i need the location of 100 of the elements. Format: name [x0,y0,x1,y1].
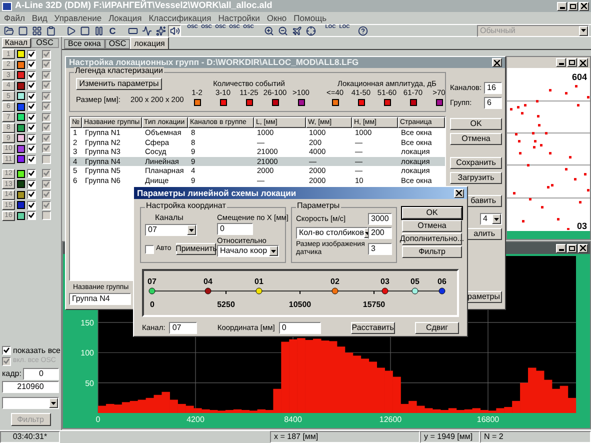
checkbox[interactable] [42,134,51,143]
dialog-button[interactable]: Отмена [402,220,462,232]
maximize-button[interactable] [567,244,577,252]
checkbox[interactable] [42,60,51,70]
open-folder-icon[interactable] [2,24,15,36]
coordinate-field[interactable]: 0 [278,322,321,334]
channel-color-swatch[interactable] [17,134,25,142]
checkbox[interactable] [27,154,36,164]
shift-button[interactable]: Сдвиг [415,322,459,334]
filter-combo[interactable] [2,397,59,409]
checkbox[interactable] [42,81,51,90]
checkbox[interactable] [27,211,36,220]
minimize-button[interactable] [556,244,566,252]
page-tab[interactable]: локация [130,37,169,49]
channel-color-swatch[interactable] [17,124,25,132]
channel-color-swatch[interactable] [17,71,25,80]
checkbox[interactable] [42,102,51,112]
plane-icon[interactable] [290,24,303,36]
counter-field[interactable]: 210960 [2,381,59,393]
groups-count-field[interactable]: 6 [484,97,502,109]
channel-color-swatch[interactable] [17,113,25,122]
menu-item[interactable]: Настройки [218,12,260,24]
relative-combo[interactable]: Начало коор [217,245,279,257]
minimize-button[interactable] [556,58,566,67]
zoom-out-icon[interactable] [276,24,289,36]
crosshair-icon[interactable] [304,24,317,36]
close-button[interactable] [578,58,588,67]
offset-field[interactable]: 0 [217,222,253,234]
checkbox[interactable] [42,70,51,80]
arrange-button[interactable]: Расставить [350,322,395,334]
maximize-button[interactable] [567,58,577,67]
frame-field[interactable]: 0 [23,368,59,380]
page-tab[interactable]: OSC [104,39,130,49]
panel-tab[interactable]: OSC [30,38,59,48]
checkbox[interactable] [42,144,51,154]
checkbox[interactable] [42,154,51,164]
help-icon[interactable] [356,24,369,36]
checkbox[interactable] [27,200,36,210]
dialog-button[interactable]: Сохранить [450,157,502,169]
checkbox[interactable] [27,169,36,178]
channel-color-swatch[interactable] [17,201,25,210]
checkbox[interactable] [27,112,36,122]
sensor-dot[interactable] [438,288,446,294]
channel-field[interactable]: 07 [169,322,198,334]
close-button[interactable] [492,58,502,67]
checkbox[interactable] [42,169,51,178]
checkbox[interactable] [42,211,51,220]
toolbar-button[interactable]: C [106,24,119,36]
menu-item[interactable]: Управление [54,12,102,24]
checkbox[interactable] [27,92,36,101]
channel-color-swatch[interactable] [17,50,25,58]
channels-count-field[interactable]: 16 [484,82,502,94]
waveform-icon[interactable] [140,24,153,36]
checkbox[interactable] [42,190,51,200]
speaker-icon[interactable] [168,24,181,36]
sensor-dot[interactable] [332,288,338,294]
checkbox[interactable] [42,92,51,101]
checkbox[interactable] [27,50,36,59]
speed-field[interactable]: 3000 [368,213,392,225]
menu-item[interactable]: Локация [108,12,142,24]
checkbox[interactable] [42,112,51,122]
group-name-field[interactable]: Группа N4 [69,293,131,305]
checkbox[interactable] [27,144,36,154]
channel-color-swatch[interactable] [17,82,25,90]
sensor-dot[interactable] [412,288,418,294]
menu-item[interactable]: Файл [4,12,25,24]
clipboard-icon[interactable] [44,24,57,36]
dialog-button[interactable]: OK [450,118,502,130]
close-button[interactable] [579,2,589,10]
sensor-dot[interactable] [256,288,262,294]
checkbox[interactable] [27,60,36,70]
sensor-size-field[interactable]: 3 [368,243,392,255]
close-button[interactable] [578,244,588,252]
checkbox[interactable] [27,81,36,90]
minimize-button[interactable] [557,2,567,10]
checkbox[interactable] [27,134,36,143]
count-combo[interactable]: 4 [480,213,502,225]
channel-color-swatch[interactable] [17,170,25,178]
menu-item[interactable]: Помощь [294,12,327,24]
grid-icon[interactable] [30,24,43,36]
dialog-button[interactable]: Загрузить [450,172,502,184]
sensor-dot[interactable] [148,288,156,294]
columns-field[interactable]: 200 [368,227,392,239]
sensor-dot[interactable] [204,288,212,294]
channel-color-swatch[interactable] [17,180,25,188]
sparkle-icon[interactable] [154,24,167,36]
channel-color-swatch[interactable] [17,190,25,199]
channel-color-swatch[interactable] [17,60,25,69]
change-parameters-button[interactable]: Изменить параметры [76,78,162,90]
menu-item[interactable]: Классификация [148,12,212,24]
checkbox[interactable] [27,190,36,200]
zoom-in-icon[interactable] [262,24,275,36]
panel-tab[interactable]: Канал [2,38,30,48]
close-button[interactable] [454,188,464,198]
channel-combo[interactable]: 07 [145,224,197,236]
menu-item[interactable]: Вид [32,12,48,24]
channel-color-swatch[interactable] [17,155,25,164]
checkbox[interactable] [27,70,36,80]
checkbox[interactable] [42,123,51,132]
menu-item[interactable]: Окно [266,12,287,24]
